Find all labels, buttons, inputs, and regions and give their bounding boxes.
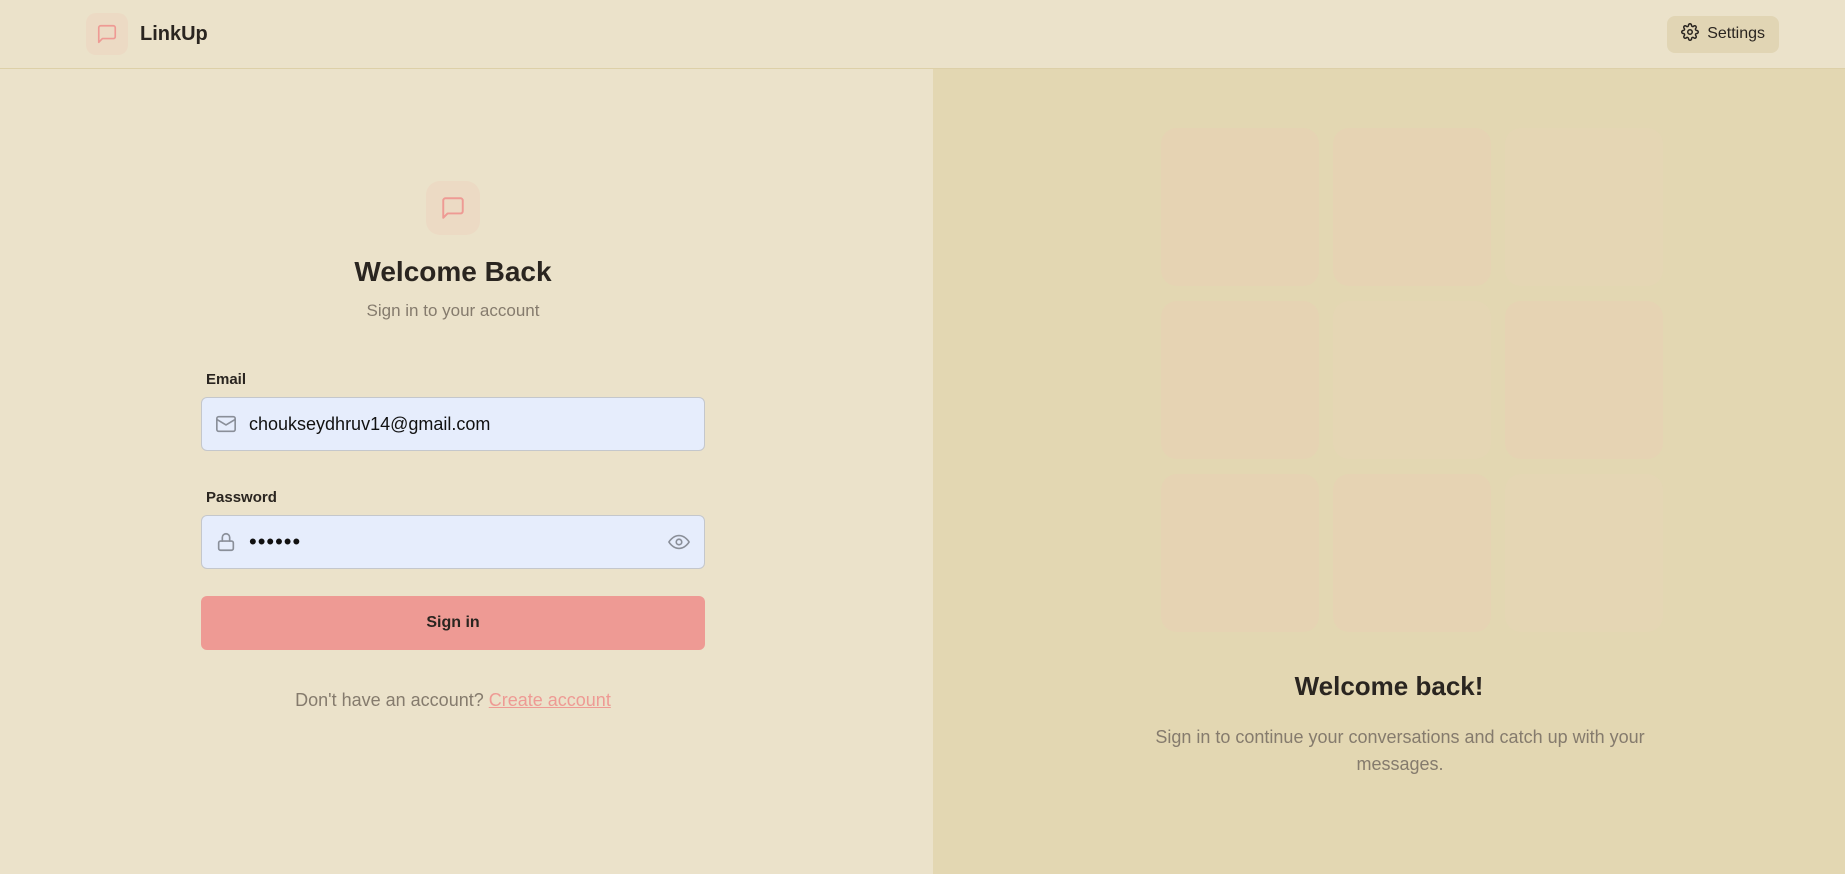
decorative-tile xyxy=(1333,301,1491,459)
password-label: Password xyxy=(206,489,277,506)
decorative-tile xyxy=(1161,301,1319,459)
settings-label: Settings xyxy=(1707,25,1765,42)
email-field-wrapper xyxy=(201,397,705,451)
create-account-link[interactable]: Create account xyxy=(489,690,611,710)
promo-title: Welcome back! xyxy=(1294,671,1484,701)
top-navbar: LinkUp Settings xyxy=(0,0,1845,69)
signup-prompt: Don't have an account? xyxy=(295,690,484,710)
app-name: LinkUp xyxy=(140,22,208,45)
promo-text: Sign in to continue your conversations a… xyxy=(1155,727,1645,774)
decorative-tile xyxy=(1505,301,1663,459)
decorative-tile xyxy=(1161,474,1319,632)
page-subtitle: Sign in to your account xyxy=(366,301,540,320)
page-title: Welcome Back xyxy=(354,256,552,287)
settings-button[interactable]: Settings xyxy=(1667,15,1779,53)
promo-panel: Welcome back! Sign in to continue your c… xyxy=(933,69,1845,874)
signup-prompt-line: Don't have an account? Create account xyxy=(201,690,705,711)
decorative-tile xyxy=(1505,474,1663,632)
login-form: Welcome Back Sign in to your account Ema… xyxy=(201,181,705,711)
eye-icon[interactable] xyxy=(668,531,690,553)
decorative-tile xyxy=(1505,128,1663,286)
brand[interactable]: LinkUp xyxy=(86,13,208,55)
password-field-wrapper xyxy=(201,515,705,569)
email-label: Email xyxy=(206,371,247,388)
email-field[interactable] xyxy=(249,413,690,435)
decorative-tile xyxy=(1161,128,1319,286)
password-field[interactable] xyxy=(249,529,668,555)
decorative-tile-grid xyxy=(1161,128,1663,632)
decorative-tile xyxy=(1333,128,1491,286)
message-square-icon xyxy=(86,13,128,55)
gear-icon xyxy=(1681,22,1700,46)
mail-icon xyxy=(215,413,237,435)
sign-in-button[interactable]: Sign in xyxy=(201,596,705,650)
login-panel: Welcome Back Sign in to your account Ema… xyxy=(0,69,933,874)
decorative-tile xyxy=(1333,474,1491,632)
lock-icon xyxy=(215,531,237,553)
message-square-icon xyxy=(426,181,480,235)
